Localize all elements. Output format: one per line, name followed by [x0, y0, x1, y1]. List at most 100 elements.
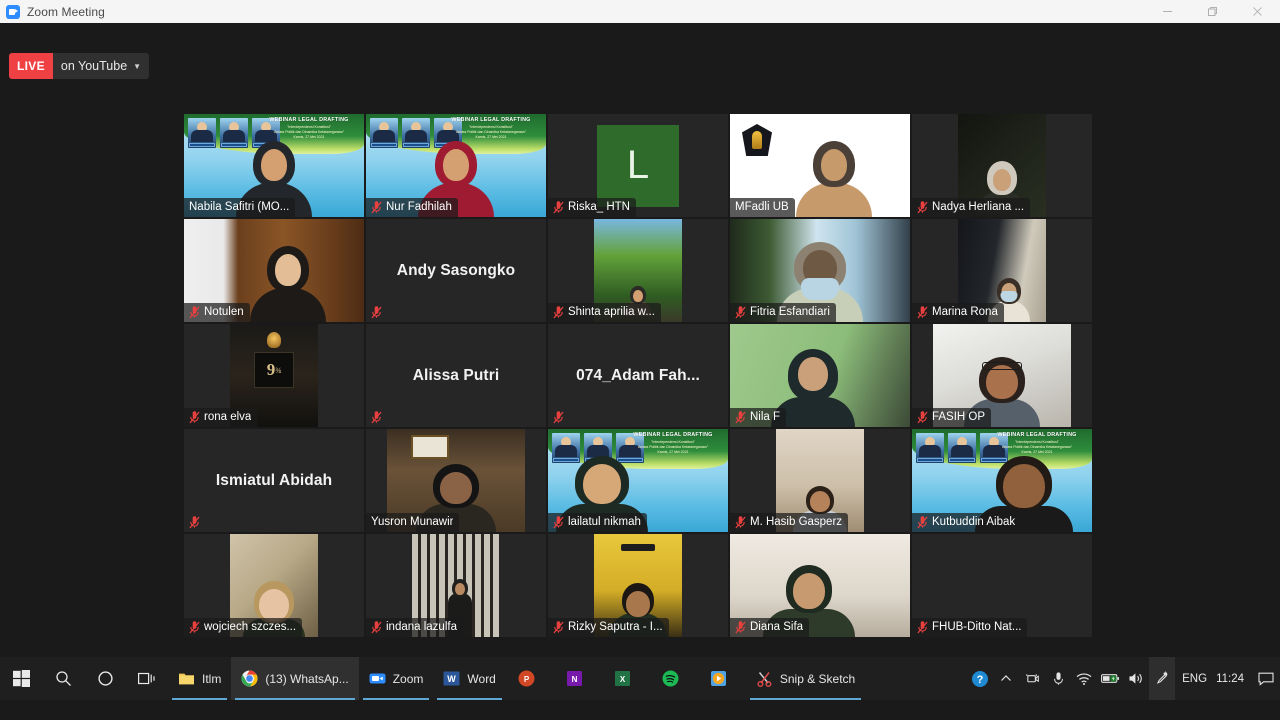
participant-tile[interactable]: Shinta aprilia w... [547, 218, 729, 323]
participant-name-label: wojciech szczes... [184, 618, 303, 637]
participant-tile[interactable]: Alissa Putri [365, 323, 547, 428]
participant-name-label [366, 409, 388, 427]
language-indicator[interactable]: ENG [1175, 657, 1214, 700]
taskbar-app-spotify[interactable] [650, 657, 698, 700]
chevron-up-icon[interactable] [993, 657, 1019, 700]
close-button[interactable] [1235, 0, 1280, 23]
taskbar-app-word[interactable]: W Word [433, 657, 505, 700]
taskbar-app-media-player[interactable] [698, 657, 746, 700]
participant-tile[interactable]: indana lazulfa [365, 533, 547, 638]
svg-text:N: N [571, 675, 577, 684]
participant-name-label: Riska_ HTN [548, 198, 636, 217]
participant-tile[interactable]: Rizky Saputra - I... [547, 533, 729, 638]
participant-tile[interactable]: 074_Adam Fah... [547, 323, 729, 428]
search-icon[interactable] [42, 657, 84, 700]
participant-tile[interactable]: Yusron Munawir [365, 428, 547, 533]
participant-tile[interactable]: FHUB-Ditto Nat... [911, 533, 1093, 638]
snip-sketch-icon [757, 672, 772, 687]
webinar-banner-subtitle2: Antara Politik dan Dinamika Ketatanegara… [1001, 445, 1073, 449]
participant-name-label: FHUB-Ditto Nat... [912, 618, 1028, 637]
mute-icon [371, 411, 382, 424]
participant-tile[interactable]: Ismiatul Abidah [183, 428, 365, 533]
taskbar-app-onenote[interactable]: N [554, 657, 602, 700]
live-badge: LIVE [9, 53, 53, 79]
wifi-icon[interactable] [1071, 657, 1097, 700]
avatar: L [597, 124, 679, 207]
taskbar-app-whatsapp-chrome[interactable]: (13) WhatsAp... [231, 657, 359, 700]
webinar-banner-date: Kamis, 27 Mei 2021 [475, 135, 507, 139]
participant-tile[interactable]: 9¾ rona elva [183, 323, 365, 428]
cortana-icon[interactable] [84, 657, 126, 700]
camera-icon[interactable] [1019, 657, 1045, 700]
participant-name-label: Rizky Saputra - I... [548, 618, 669, 637]
zoom-icon [6, 4, 20, 19]
notification-icon[interactable] [1252, 657, 1280, 700]
start-button[interactable] [0, 657, 42, 700]
task-view-icon[interactable] [126, 657, 168, 700]
participant-tile[interactable]: L Riska_ HTN [547, 113, 729, 218]
participant-name-label: Yusron Munawir [366, 513, 460, 532]
participant-tile[interactable]: Nadya Herliana ... [911, 113, 1093, 218]
restore-button[interactable] [1190, 0, 1235, 23]
svg-text:?: ? [977, 674, 984, 686]
minimize-button[interactable] [1145, 0, 1190, 23]
system-tray: ? ENG 11:24 [967, 657, 1280, 700]
mute-icon [735, 515, 746, 528]
participant-tile[interactable]: Marina Rona [911, 218, 1093, 323]
folder-icon [179, 673, 194, 685]
participant-name: Diana Sifa [750, 621, 804, 633]
participant-tile[interactable]: M. Hasib Gasperz [729, 428, 911, 533]
mute-icon [553, 515, 564, 528]
pen-icon[interactable] [1149, 657, 1176, 700]
mute-icon [189, 305, 200, 318]
participant-tile[interactable]: Andy Sasongko [365, 218, 547, 323]
mute-icon [189, 620, 200, 633]
participant-tile[interactable]: MFadli UB [729, 113, 911, 218]
microphone-icon[interactable] [1045, 657, 1071, 700]
mute-icon [917, 410, 928, 423]
onenote-icon: N [566, 671, 582, 686]
taskbar-app-snip-sketch[interactable]: Snip & Sketch [746, 657, 865, 700]
participant-tile[interactable]: Diana Sifa [729, 533, 911, 638]
participant-tile[interactable]: WEBINAR LEGAL DRAFTING "Interdependensi … [547, 428, 729, 533]
battery-charging-icon[interactable] [1097, 657, 1123, 700]
participant-name: Kutbuddin Aibak [932, 516, 1016, 528]
participant-name-label: indana lazulfa [366, 618, 463, 637]
chevron-down-icon[interactable]: ▼ [133, 53, 149, 79]
help-icon[interactable]: ? [967, 657, 993, 700]
mute-icon [917, 515, 928, 528]
clock[interactable]: 11:24 [1214, 657, 1252, 700]
meeting-video-area: LIVE on YouTube ▼ WEBINAR LEGAL DRAFTING… [0, 23, 1280, 700]
taskbar-app-itlm[interactable]: Itlm [168, 657, 231, 700]
taskbar-app-zoom[interactable]: Zoom [359, 657, 434, 700]
mute-icon [735, 305, 746, 318]
volume-icon[interactable] [1123, 657, 1149, 700]
participant-tile[interactable]: WEBINAR LEGAL DRAFTING "Interdependensi … [183, 113, 365, 218]
word-icon: W [443, 671, 460, 686]
svg-text:P: P [524, 675, 530, 684]
live-stream-indicator[interactable]: LIVE on YouTube ▼ [9, 53, 150, 79]
windows-taskbar: Itlm (13) WhatsAp... Zoom W Word P N X S… [0, 657, 1280, 700]
webinar-banner-subtitle: "Interdependensi Konstitusi" [1015, 440, 1059, 444]
participant-name: M. Hasib Gasperz [750, 516, 843, 528]
participant-tile[interactable]: Notulen [183, 218, 365, 323]
webinar-banner-title: WEBINAR LEGAL DRAFTING [633, 432, 713, 438]
participant-tile[interactable]: FASIH OP [911, 323, 1093, 428]
webinar-banner-subtitle: "Interdependensi Konstitusi" [287, 125, 331, 129]
participant-name-label: Nila F [730, 408, 787, 427]
mute-icon [553, 411, 564, 424]
participant-tile[interactable]: WEBINAR LEGAL DRAFTING "Interdependensi … [911, 428, 1093, 533]
participant-tile[interactable]: WEBINAR LEGAL DRAFTING "Interdependensi … [365, 113, 547, 218]
participant-name-label: Marina Rona [912, 303, 1004, 322]
participant-tile[interactable]: wojciech szczes... [183, 533, 365, 638]
participant-tile[interactable]: Fitria Esfandiari [729, 218, 911, 323]
mute-icon [917, 620, 928, 633]
taskbar-app-excel[interactable]: X [602, 657, 650, 700]
webinar-banner-subtitle2: Antara Politik dan Dinamika Ketatanegara… [273, 130, 345, 134]
taskbar-app-powerpoint[interactable]: P [506, 657, 554, 700]
webinar-banner-date: Kamis, 27 Mei 2021 [1021, 450, 1053, 454]
webinar-banner-date: Kamis, 27 Mei 2021 [657, 450, 689, 454]
mute-icon [553, 620, 564, 633]
participant-tile[interactable]: Nila F [729, 323, 911, 428]
excel-icon: X [614, 671, 630, 686]
